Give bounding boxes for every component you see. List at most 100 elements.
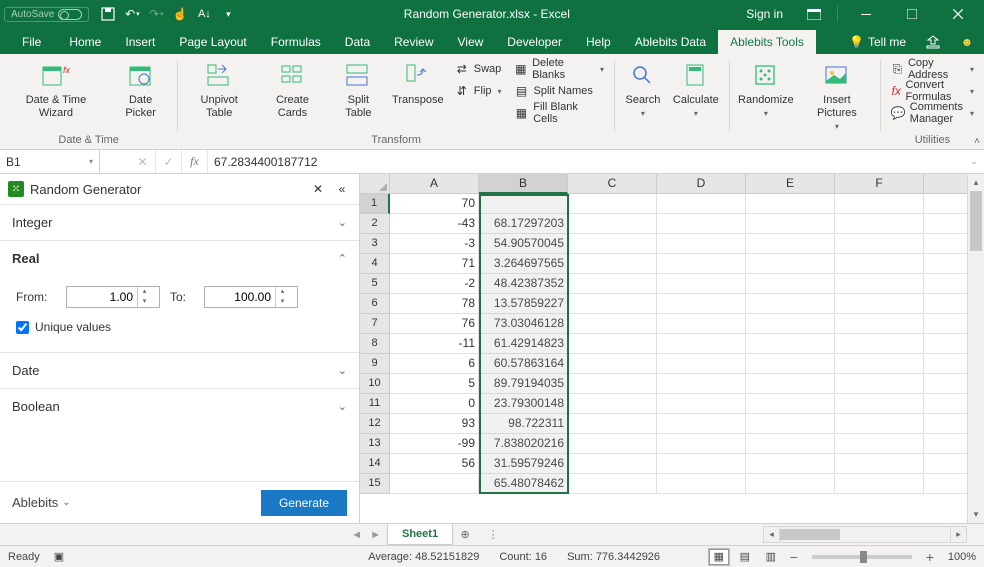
collapse-ribbon-icon[interactable]: ˄: [974, 136, 980, 147]
cell[interactable]: [835, 334, 924, 354]
cell[interactable]: [746, 234, 835, 254]
formula-input[interactable]: 67.2834400187712: [208, 155, 964, 169]
swap-button[interactable]: ⇄Swap: [450, 58, 506, 80]
cell[interactable]: [657, 474, 746, 494]
horizontal-scrollbar[interactable]: ◂▸: [763, 526, 984, 543]
unique-values-checkbox[interactable]: Unique values: [16, 314, 343, 340]
tab-home[interactable]: Home: [57, 30, 113, 54]
convert-formulas-button[interactable]: fxConvert Formulas▾: [887, 80, 978, 102]
tab-page-layout[interactable]: Page Layout: [167, 30, 258, 54]
tab-insert[interactable]: Insert: [113, 30, 167, 54]
enter-formula-icon[interactable]: ✓: [156, 150, 182, 173]
from-input[interactable]: ▴▾: [66, 286, 160, 308]
cell[interactable]: [835, 194, 924, 214]
flip-button[interactable]: ⇵Flip▾: [450, 80, 506, 102]
zoom-out-button[interactable]: −: [786, 549, 802, 565]
new-sheet-button[interactable]: ⊕: [453, 524, 477, 545]
row-header[interactable]: 7: [360, 314, 390, 334]
cell[interactable]: [568, 454, 657, 474]
cell[interactable]: 61.42914823: [479, 334, 568, 354]
cell[interactable]: 0: [390, 394, 479, 414]
ribbon-display-icon[interactable]: [797, 0, 831, 28]
col-header[interactable]: C: [568, 174, 657, 194]
cell[interactable]: [835, 294, 924, 314]
cell[interactable]: 7.838020216: [479, 434, 568, 454]
sort-icon[interactable]: A↓: [193, 3, 215, 25]
row-header[interactable]: 13: [360, 434, 390, 454]
macro-record-icon[interactable]: ▣: [54, 550, 64, 563]
tab-developer[interactable]: Developer: [495, 30, 574, 54]
section-real[interactable]: Real⌃: [0, 241, 359, 276]
cell[interactable]: 70: [390, 194, 479, 214]
cell[interactable]: [746, 254, 835, 274]
tab-help[interactable]: Help: [574, 30, 623, 54]
cell[interactable]: [835, 354, 924, 374]
tab-ablebits-tools[interactable]: Ablebits Tools: [718, 30, 816, 54]
cell[interactable]: [835, 394, 924, 414]
row-header[interactable]: 6: [360, 294, 390, 314]
delete-blanks-button[interactable]: ▦Delete Blanks▾: [510, 58, 608, 80]
cell[interactable]: [657, 394, 746, 414]
save-icon[interactable]: [97, 3, 119, 25]
cell[interactable]: [835, 434, 924, 454]
cell[interactable]: 98.722311: [479, 414, 568, 434]
cell[interactable]: [568, 274, 657, 294]
cell[interactable]: 3.264697565: [479, 254, 568, 274]
tab-file[interactable]: File: [6, 30, 57, 54]
cell[interactable]: 67.28344002: [479, 194, 568, 214]
cell[interactable]: [568, 214, 657, 234]
cell[interactable]: 56: [390, 454, 479, 474]
generate-button[interactable]: Generate: [261, 490, 347, 516]
cell[interactable]: [657, 314, 746, 334]
cell[interactable]: [657, 374, 746, 394]
normal-view-icon[interactable]: ▦: [708, 548, 730, 566]
cell[interactable]: 78: [390, 294, 479, 314]
cell[interactable]: [746, 414, 835, 434]
cell[interactable]: 73.03046128: [479, 314, 568, 334]
tab-view[interactable]: View: [446, 30, 496, 54]
cell[interactable]: [568, 434, 657, 454]
section-date[interactable]: Date⌄: [0, 353, 359, 388]
qat-customize-icon[interactable]: ▾: [217, 3, 239, 25]
row-header[interactable]: 9: [360, 354, 390, 374]
col-header[interactable]: A: [390, 174, 479, 194]
cell[interactable]: [568, 474, 657, 494]
col-header[interactable]: B: [479, 174, 568, 194]
cell[interactable]: 60.57863164: [479, 354, 568, 374]
tell-me-button[interactable]: 💡Tell me: [839, 30, 916, 54]
select-all-corner[interactable]: [360, 174, 390, 194]
insert-pictures-button[interactable]: Insert Pictures▾: [800, 58, 874, 135]
cell[interactable]: [746, 294, 835, 314]
page-layout-view-icon[interactable]: ▤: [734, 548, 756, 566]
row-header[interactable]: 10: [360, 374, 390, 394]
cell[interactable]: [835, 374, 924, 394]
create-cards-button[interactable]: Create Cards: [258, 58, 327, 122]
cell[interactable]: [657, 354, 746, 374]
cell[interactable]: [568, 314, 657, 334]
row-header[interactable]: 12: [360, 414, 390, 434]
cell[interactable]: [657, 254, 746, 274]
cell[interactable]: [835, 274, 924, 294]
row-header[interactable]: 4: [360, 254, 390, 274]
row-header[interactable]: 11: [360, 394, 390, 414]
cell[interactable]: [657, 234, 746, 254]
comments-manager-button[interactable]: 💬Comments Manager▾: [887, 102, 978, 124]
row-header[interactable]: 2: [360, 214, 390, 234]
pane-collapse-icon[interactable]: «: [333, 182, 351, 196]
cell[interactable]: 13.57859227: [479, 294, 568, 314]
cell[interactable]: [835, 234, 924, 254]
col-header[interactable]: E: [746, 174, 835, 194]
fill-blank-button[interactable]: ▦Fill Blank Cells: [510, 102, 608, 124]
cell[interactable]: [746, 454, 835, 474]
cell[interactable]: [657, 194, 746, 214]
cell[interactable]: [568, 334, 657, 354]
pane-close-icon[interactable]: ✕: [309, 182, 327, 196]
cell[interactable]: -43: [390, 214, 479, 234]
calculate-button[interactable]: Calculate▾: [669, 58, 723, 122]
cell[interactable]: 65.48078462: [479, 474, 568, 494]
cell[interactable]: [835, 474, 924, 494]
cell[interactable]: 6: [390, 354, 479, 374]
tab-review[interactable]: Review: [382, 30, 445, 54]
section-integer[interactable]: Integer⌄: [0, 205, 359, 240]
zoom-level[interactable]: 100%: [948, 551, 976, 563]
